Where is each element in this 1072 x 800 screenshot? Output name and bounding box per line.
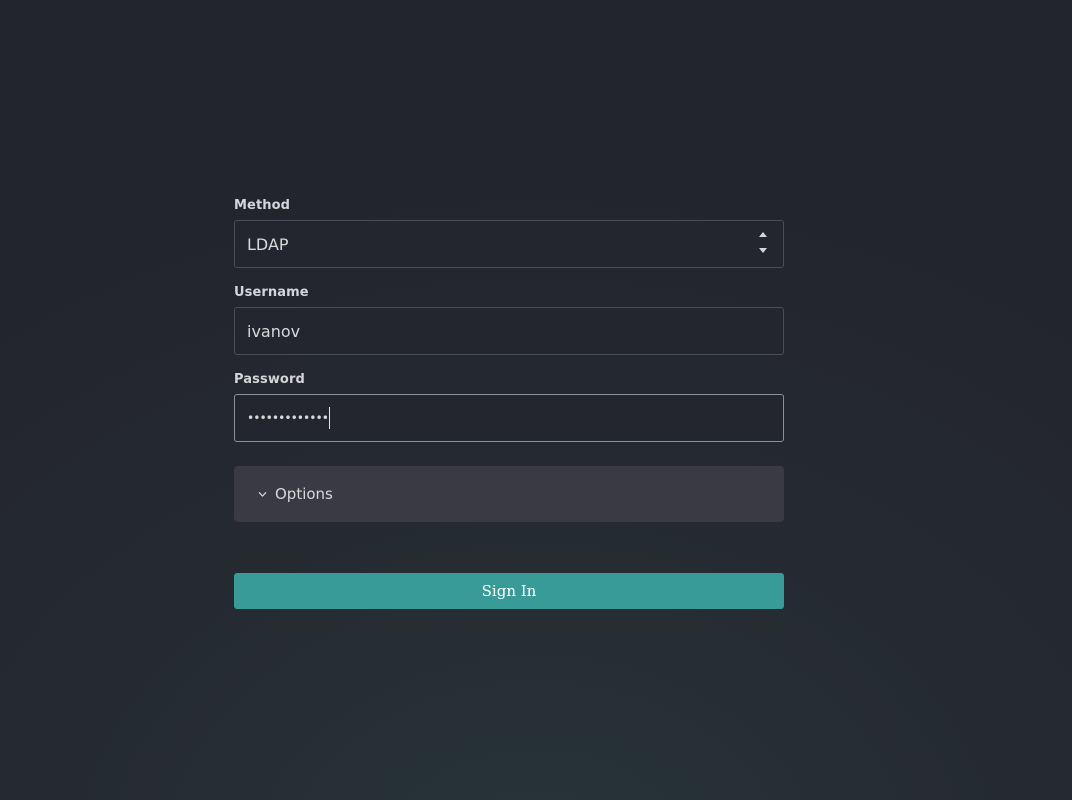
options-label: Options	[275, 485, 333, 503]
username-input[interactable]: ivanov	[234, 307, 784, 355]
password-masked-value: •••••••••••••	[247, 411, 329, 425]
username-value: ivanov	[247, 321, 301, 341]
arrow-up-icon	[759, 232, 767, 237]
arrow-down-icon	[759, 248, 767, 253]
method-select[interactable]: LDAP	[234, 220, 784, 268]
password-input[interactable]: •••••••••••••	[234, 394, 784, 442]
username-label: Username	[234, 285, 309, 300]
chevron-down-icon	[258, 491, 267, 497]
login-form: Method LDAP Username ivanov Password •••…	[234, 198, 784, 609]
select-arrows-icon[interactable]	[759, 229, 769, 259]
sign-in-button[interactable]: Sign In	[234, 573, 784, 609]
method-label: Method	[234, 198, 291, 213]
options-toggle[interactable]: Options	[234, 466, 784, 522]
password-label: Password	[234, 372, 305, 387]
method-value: LDAP	[247, 234, 289, 254]
text-caret	[328, 407, 330, 429]
